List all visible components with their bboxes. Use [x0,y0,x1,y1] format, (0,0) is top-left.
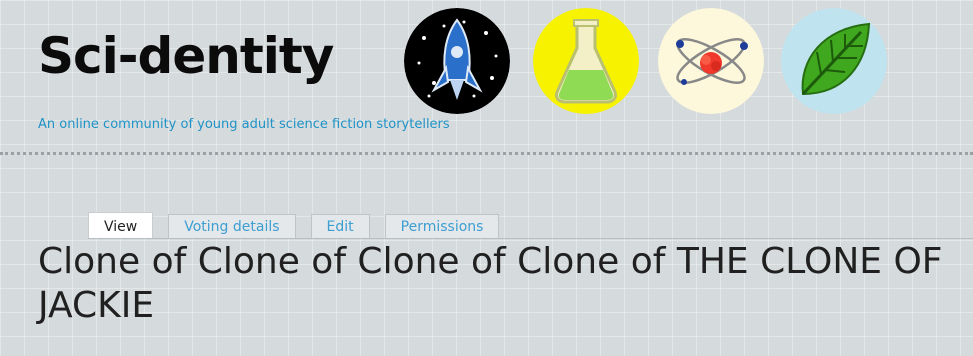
page-title: Clone of Clone of Clone of Clone of THE … [38,241,943,326]
tab-view[interactable]: View [88,212,154,238]
rocket-icon[interactable] [404,8,510,114]
tab-voting-details[interactable]: Voting details [168,214,296,238]
tab-edit[interactable]: Edit [310,214,370,238]
flask-icon[interactable] [533,8,639,114]
leaf-icon[interactable] [781,8,887,114]
header-divider [0,152,973,155]
page-tabs: View Voting details Edit Permissions [88,212,514,238]
site-slogan: An online community of young adult scien… [38,117,450,132]
tab-permissions[interactable]: Permissions [384,214,500,238]
tabs-divider [88,238,973,239]
atom-icon[interactable] [658,8,764,114]
site-name[interactable]: Sci-dentity [38,26,334,86]
site-header: Sci-dentity An online community of young… [0,0,973,160]
